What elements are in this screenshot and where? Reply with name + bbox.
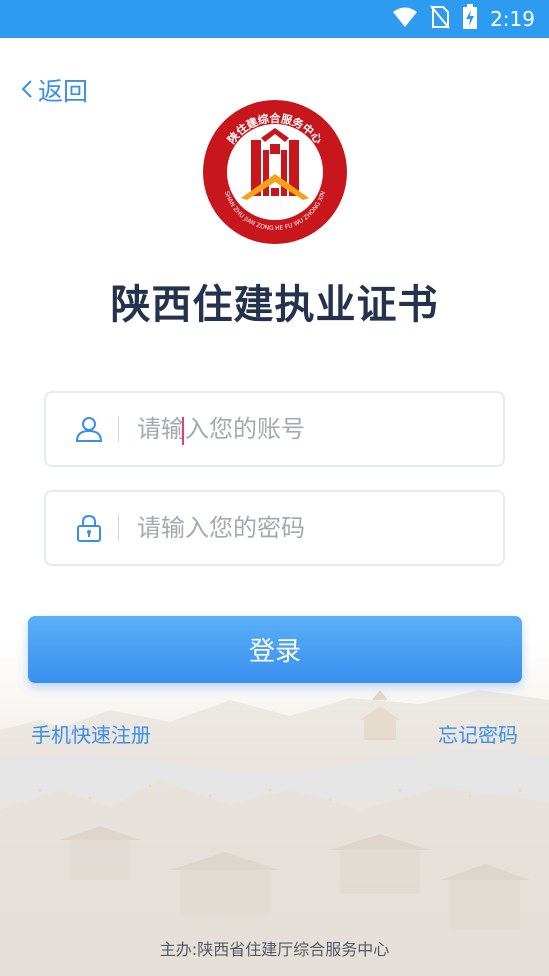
password-input[interactable] — [137, 514, 477, 542]
password-field[interactable] — [44, 490, 505, 566]
user-icon — [74, 414, 104, 444]
chevron-left-icon — [20, 76, 34, 105]
back-label: 返回 — [38, 77, 89, 106]
sponsor-footer: 主办:陕西省住建厅综合服务中心 — [159, 940, 390, 959]
battery-charging-icon — [462, 4, 478, 34]
app-title: 陕西住建执业证书 — [110, 282, 439, 328]
organization-logo: 陕住建综合服务中心 SHAN ZHU JIAN ZONG HE FU WU ZH… — [201, 98, 349, 246]
account-input[interactable] — [137, 415, 477, 443]
account-field[interactable] — [44, 391, 505, 467]
forgot-password-link[interactable]: 忘记密码 — [438, 719, 518, 748]
background-cityscape — [0, 640, 549, 976]
wifi-icon — [392, 6, 418, 32]
no-sim-icon — [430, 5, 450, 33]
status-bar: 2:19 — [0, 0, 549, 38]
text-cursor — [182, 417, 184, 445]
register-link[interactable]: 手机快速注册 — [31, 719, 151, 748]
field-divider — [118, 416, 119, 442]
lock-icon — [74, 513, 104, 543]
back-button[interactable]: 返回 — [20, 72, 88, 108]
field-divider — [118, 515, 119, 541]
clock-time: 2:19 — [490, 7, 535, 31]
login-button[interactable]: 登录 — [28, 616, 522, 683]
